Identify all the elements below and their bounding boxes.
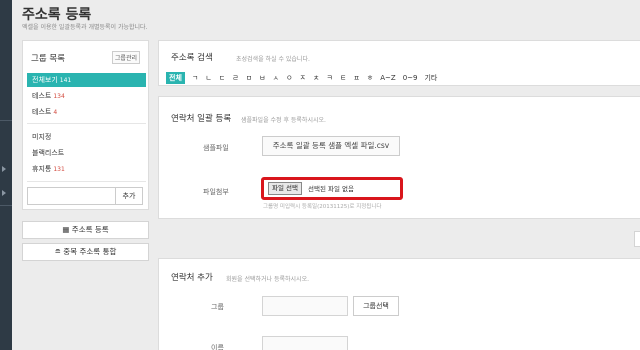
name-field[interactable] [262,336,348,350]
rail-divider [0,120,12,121]
contact-add-hint: 회원을 선택하거나 등록하시시오. [226,276,310,283]
group-item-count: 134 [53,93,65,100]
group-item-trash[interactable]: 휴지통 131 [27,162,146,176]
group-item-count: 141 [59,77,72,84]
filter-letter[interactable]: ㅎ [367,73,373,83]
group-item-test1[interactable]: 테스트 134 [27,89,146,103]
sample-file-link[interactable]: 주소록 일괄 등록 샘플 엑셀 파일.csv [262,136,400,156]
left-nav-rail [0,0,12,350]
bulk-upload-panel: 연락처 일괄 등록 샘플파일을 수정 후 등록하시시오. 샘플파일 주소록 일괄… [158,96,640,219]
bulk-upload-hint: 샘플파일을 수정 후 등록하시시오. [241,117,326,124]
filter-letter[interactable]: ㅁ [246,73,252,83]
group-item-count: 131 [53,166,65,173]
filter-letter[interactable]: ㄴ [205,73,211,83]
group-item-label: 블랙리스트 [32,149,65,157]
file-input[interactable]: 파일 선택 선택된 파일 없음 [261,177,403,200]
filter-letter[interactable]: ㅋ [326,73,332,83]
upload-note: 그룹명 미입력시 등록일(20131125)로 지정됩니다 [263,204,382,210]
filter-letter[interactable]: ㅈ [300,73,306,83]
group-item-label: 미지정 [32,133,52,141]
group-item-label: 테스트 [32,92,52,100]
page-title: 주소록 등록 [22,7,92,23]
filter-letter[interactable]: ㅌ [340,73,346,83]
chevron-right-icon[interactable] [2,166,6,172]
filter-letter[interactable]: ㅂ [259,73,265,83]
page-subtitle: 엑셀을 이용한 일괄등록과 개별등록이 가능합니다. [22,24,148,31]
contact-add-panel: 연락처 추가 회원을 선택하거나 등록하시시오. 그룹 그룹선택 이름 [158,258,640,350]
group-field[interactable] [262,296,348,316]
filter-letter[interactable]: 기타 [424,73,437,83]
group-manage-button[interactable]: 그룹관리 [111,51,140,64]
rail-divider [0,205,12,206]
search-hint: 초성검색을 하실 수 있습니다. [236,56,310,63]
group-select-button[interactable]: 그룹선택 [353,296,399,316]
filter-letter[interactable]: 0~9 [403,74,418,82]
group-item-label: 전체보기 [32,76,58,84]
group-item-label: 휴지통 [32,165,52,173]
book-icon: ▦ [62,225,70,234]
filter-all[interactable]: 전체 [166,72,185,84]
group-list-panel: 그룹 목록 그룹관리 전체보기 141 테스트 134 테스트 4 미지정 블랙리스트… [22,40,149,210]
group-item-unassigned[interactable]: 미지정 [27,130,146,144]
merge-duplicates-button[interactable]: ≘ 중복 주소록 통합 [22,243,149,261]
name-label: 이름 [211,344,224,350]
register-addressbook-button[interactable]: ▦ 주소록 등록 [22,221,149,239]
contact-add-title: 연락처 추가 [171,273,213,283]
filter-letter[interactable]: ㅍ [353,73,359,83]
register-addressbook-label: 주소록 등록 [71,225,109,234]
filter-letter[interactable]: ㅇ [286,73,292,83]
group-item-test2[interactable]: 테스트 4 [27,105,146,119]
chevron-right-icon[interactable] [2,190,6,196]
group-divider [27,181,146,182]
group-item-count: 4 [53,109,58,116]
sample-file-label: 샘플파일 [203,144,229,152]
filter-letter[interactable]: ㅅ [273,73,279,83]
add-group-button[interactable]: 추가 [115,187,143,205]
group-item-all[interactable]: 전체보기 141 [27,73,146,87]
share-icon: ≘ [54,247,61,256]
bulk-upload-title: 연락처 일괄 등록 [171,114,232,124]
search-panel: 주소록 검색 초성검색을 하실 수 있습니다. 전체 ㄱ ㄴ ㄷ ㄹ ㅁ ㅂ ㅅ… [158,40,640,86]
no-file-text: 선택된 파일 없음 [308,185,354,193]
side-tab[interactable] [634,231,640,247]
file-attach-label: 파일첨부 [203,188,229,196]
group-divider [27,123,146,124]
group-list-title: 그룹 목록 [31,54,65,64]
group-label: 그룹 [211,303,224,311]
filter-letter[interactable]: ㄷ [219,73,225,83]
choose-file-button[interactable]: 파일 선택 [268,182,302,195]
group-item-blacklist[interactable]: 블랙리스트 [27,146,146,160]
filter-letter[interactable]: ㅊ [313,73,319,83]
initial-letter-filter: 전체 ㄱ ㄴ ㄷ ㄹ ㅁ ㅂ ㅅ ㅇ ㅈ ㅊ ㅋ ㅌ ㅍ ㅎ A~Z 0~9 기… [166,72,444,84]
filter-letter[interactable]: ㄱ [192,73,198,83]
filter-letter[interactable]: ㄹ [232,73,238,83]
merge-duplicates-label: 중복 주소록 통합 [63,247,117,256]
group-item-label: 테스트 [32,108,52,116]
filter-letter[interactable]: A~Z [380,74,395,82]
search-title: 주소록 검색 [171,53,213,63]
